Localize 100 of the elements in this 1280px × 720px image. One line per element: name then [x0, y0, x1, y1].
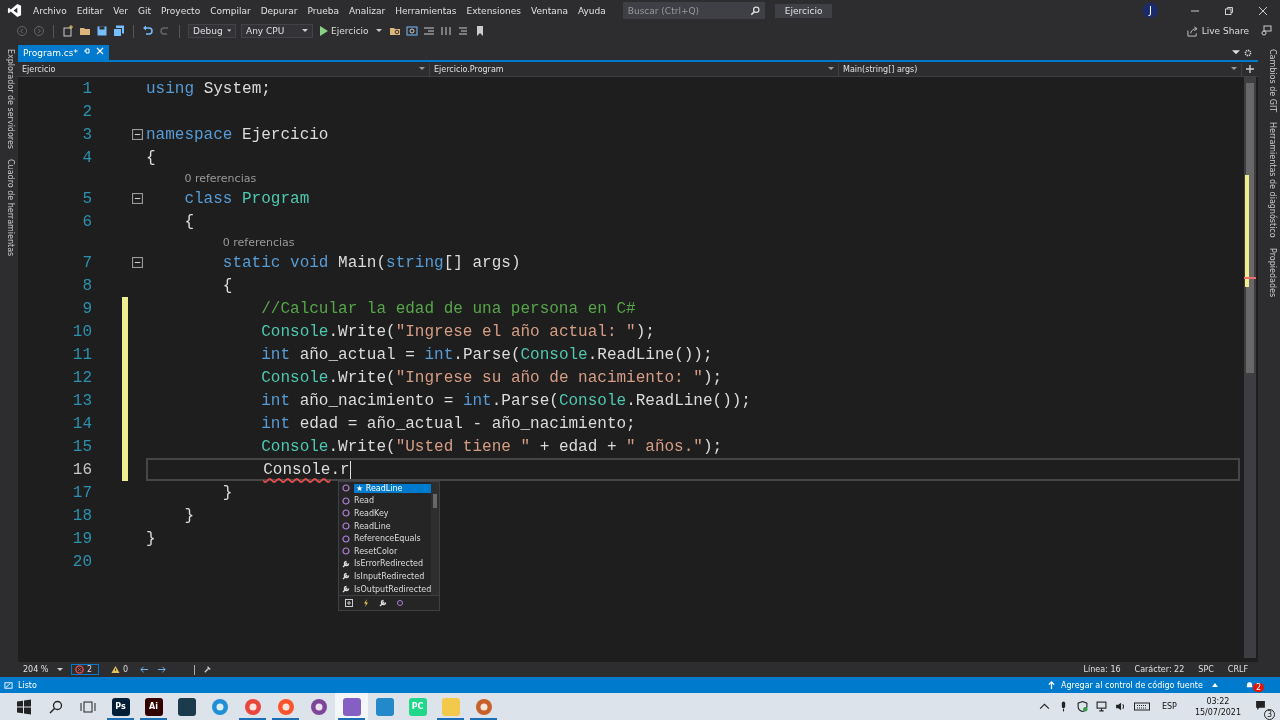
menu-item[interactable]: Proyecto	[156, 5, 206, 16]
menu-item[interactable]: Ayuda	[572, 5, 611, 16]
undo-icon[interactable]	[142, 25, 154, 37]
start-button[interactable]: Ejercicio	[318, 26, 384, 36]
keyboard-icon[interactable]	[1133, 701, 1150, 712]
menu-item[interactable]: Analizar	[343, 5, 391, 16]
line-ending-indicator[interactable]: CRLF	[1227, 665, 1248, 674]
pin-icon[interactable]	[83, 47, 91, 55]
menu-item[interactable]: Prueba	[302, 5, 344, 16]
save-all-icon[interactable]	[113, 25, 125, 37]
restore-icon[interactable]	[1224, 5, 1234, 16]
completion-item[interactable]: Read	[339, 494, 432, 508]
menu-item[interactable]: Git	[133, 5, 157, 16]
line-number: 18	[72, 506, 92, 525]
arrow-right-icon[interactable]	[157, 665, 167, 674]
redo-icon[interactable]	[159, 25, 171, 37]
search-field[interactable]: Buscar (Ctrl+Q)	[622, 2, 765, 19]
warning-count-button[interactable]: 0	[107, 664, 133, 675]
document-tab[interactable]: Program.cs*	[18, 45, 109, 60]
brush-icon[interactable]	[203, 665, 213, 674]
menu-item[interactable]: Archivo	[28, 5, 72, 16]
language-indicator[interactable]: ESP	[1161, 702, 1177, 711]
screen-icon[interactable]	[405, 25, 418, 37]
arrow-left-icon[interactable]	[140, 665, 150, 674]
app-icon[interactable]: Ps	[111, 697, 130, 716]
dropdown-icon[interactable]	[1232, 49, 1240, 57]
clock[interactable]: 03:22 15/07/2021	[1194, 695, 1241, 718]
notifications-icon[interactable]	[1255, 699, 1266, 711]
scrollbar[interactable]	[431, 482, 439, 596]
app-icon[interactable]	[342, 697, 361, 716]
completion-item[interactable]: ResetColor	[339, 544, 432, 558]
scrollbar[interactable]	[1244, 77, 1256, 658]
completion-item[interactable]: ReadKey	[339, 507, 432, 520]
app-icon[interactable]: Ai	[144, 697, 163, 716]
collapse-icon[interactable]	[131, 193, 143, 204]
code-line: {	[146, 148, 156, 167]
whitespace-indicator[interactable]: SPC	[1198, 665, 1214, 674]
completion-item[interactable]: IsOutputRedirected	[339, 582, 432, 596]
line-indicator[interactable]: Línea: 16	[1083, 665, 1121, 674]
reference-count[interactable]: 0 referencias	[184, 171, 257, 185]
caret-icon	[57, 667, 63, 672]
menu-item[interactable]: Depurar	[255, 5, 303, 16]
app-icon[interactable]	[177, 697, 196, 716]
feedback-icon[interactable]	[1260, 25, 1272, 37]
menu-item[interactable]: Ver	[108, 5, 133, 16]
bell-icon[interactable]	[1244, 680, 1254, 690]
project-dropdown[interactable]: Ejercicio	[18, 62, 430, 76]
search-icon[interactable]	[48, 698, 64, 715]
settings-icon[interactable]	[1244, 49, 1252, 57]
account-avatar[interactable]: J	[1143, 3, 1158, 18]
configuration-dropdown[interactable]: Debug	[188, 24, 236, 38]
completion-item[interactable]: IsErrorRedirected	[339, 557, 432, 571]
collapse-icon[interactable]	[131, 129, 143, 140]
volume-icon[interactable]	[1114, 701, 1126, 712]
save-icon[interactable]	[96, 25, 108, 37]
column-indicator[interactable]: Carácter: 22	[1134, 665, 1185, 674]
menu-item[interactable]: Herramientas	[390, 5, 462, 16]
expand-icon[interactable]	[345, 599, 353, 608]
indent-icon[interactable]	[422, 25, 435, 37]
columns-icon[interactable]	[439, 25, 452, 37]
status-text: Listo	[18, 680, 37, 690]
line-number: 4	[82, 148, 92, 167]
type-dropdown[interactable]: Ejercicio.Program	[430, 62, 839, 76]
member-dropdown[interactable]: Main(string[] args)	[839, 62, 1242, 76]
code-line: int edad = año_actual - año_nacimiento;	[260, 414, 636, 433]
menu-item[interactable]: Ventana	[526, 5, 573, 16]
collapse-icon[interactable]	[131, 257, 143, 268]
menu-item[interactable]: Editar	[71, 5, 109, 16]
menu-item[interactable]: Extensiones	[461, 5, 526, 16]
side-panel-tab[interactable]: Cuadro de herramientas	[0, 159, 18, 257]
source-control-button[interactable]: Agregar al control de código fuente	[1040, 679, 1224, 691]
windows-start-icon[interactable]	[16, 698, 32, 715]
completion-item[interactable]: IsInputRedirected	[339, 570, 432, 583]
menu-item[interactable]: Compilar	[205, 5, 256, 16]
chevron-up-icon[interactable]	[1038, 701, 1050, 712]
error-count-button[interactable]: 2	[71, 664, 99, 675]
side-panel-tab[interactable]: Propiedades	[1258, 247, 1280, 297]
platform-dropdown[interactable]: Any CPU	[241, 24, 313, 38]
wrench-icon[interactable]	[379, 599, 387, 608]
folder-search-icon[interactable]	[388, 25, 401, 37]
close-icon[interactable]	[1258, 5, 1268, 16]
method-icon[interactable]	[396, 599, 404, 608]
shield-icon[interactable]	[1076, 701, 1088, 712]
side-panel-tab[interactable]: Herramientas de diagnóstico	[1258, 122, 1280, 238]
app-icon[interactable]	[309, 697, 328, 716]
task-view-icon[interactable]	[80, 698, 96, 715]
split-icon[interactable]	[1246, 65, 1254, 73]
network-icon[interactable]	[1095, 701, 1107, 712]
side-panel-tab[interactable]: Explorador de servidores	[0, 49, 18, 150]
live-share-button[interactable]: Live Share	[1180, 25, 1255, 37]
folder-icon[interactable]	[79, 25, 91, 37]
reference-count[interactable]: 0 referencias	[222, 235, 295, 249]
new-item-icon[interactable]	[62, 25, 74, 37]
completion-item[interactable]: ReadLine	[339, 519, 432, 533]
zoom-dropdown[interactable]: 204 %	[23, 665, 63, 674]
comment-icon[interactable]	[456, 25, 469, 37]
completion-item[interactable]: ReferenceEquals	[339, 532, 432, 545]
line-number: 19	[72, 529, 92, 548]
side-panel-tab[interactable]: Cambios de GIT	[1258, 49, 1280, 113]
lightning-icon[interactable]	[362, 599, 370, 608]
